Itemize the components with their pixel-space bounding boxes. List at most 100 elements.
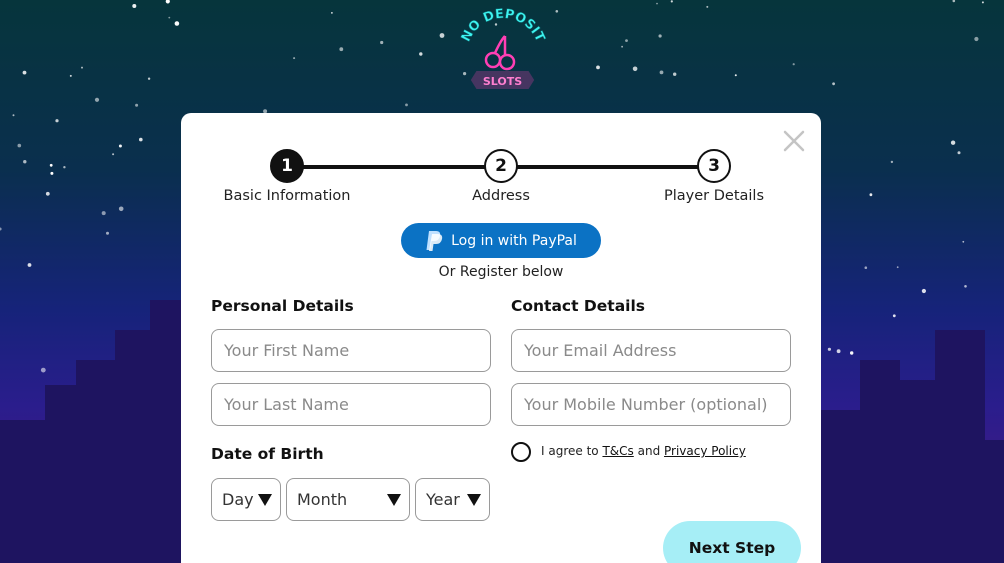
no-deposit-slots-logo[interactable]: NO DEPOSIT SLOTS [455,7,550,96]
terms-agree-text: I agree to T&Cs and Privacy Policy [541,444,746,458]
star [331,12,333,14]
star [23,160,27,164]
star [792,63,795,66]
agree-and: and [637,444,661,458]
star [12,114,15,117]
terms-agree-checkbox[interactable] [511,442,531,462]
dob-month-value: Month [297,490,348,509]
star [659,70,664,75]
star [836,349,841,354]
star [596,65,600,70]
star [380,40,384,45]
last-name-input[interactable] [211,383,491,426]
close-icon[interactable] [782,129,806,153]
step-1-indicator: 1 [270,149,304,183]
star [40,367,46,373]
star [45,191,50,196]
dob-day-select[interactable]: Day [211,478,281,521]
registration-modal: 1 2 3 Basic Information Address Player D… [181,113,821,563]
star [832,82,835,86]
star [50,171,54,175]
star [962,240,965,243]
dob-year-select[interactable]: Year [415,478,490,521]
city-skyline-right [821,330,1004,563]
star [63,166,66,169]
star [147,77,151,80]
star [869,193,873,197]
star [69,74,72,77]
star [49,163,53,167]
star [621,45,623,48]
star [673,72,677,76]
star [850,351,854,355]
email-input[interactable] [511,329,791,372]
star [827,347,832,351]
step-2-label: Address [472,188,530,204]
star [112,153,115,156]
star [293,57,296,60]
dob-month-select[interactable]: Month [286,478,410,521]
star [165,0,170,4]
star [890,160,894,164]
star [864,266,868,270]
personal-details-heading: Personal Details [211,297,354,315]
tcs-link[interactable]: T&Cs [602,444,633,458]
star [625,39,628,42]
triangle-down-icon [258,494,272,506]
contact-details-heading: Contact Details [511,297,646,315]
star [658,34,662,38]
star [135,103,139,107]
next-step-button[interactable]: Next Step [663,521,801,563]
paypal-login-button[interactable]: Log in with PayPal [401,223,601,258]
star [964,285,967,288]
star [118,144,122,148]
star [670,0,673,3]
star [632,66,638,72]
next-step-label: Next Step [688,539,776,557]
first-name-input[interactable] [211,329,491,372]
star [974,36,979,42]
paypal-logo-icon [426,230,443,251]
star [27,263,32,267]
star [17,143,22,148]
star [139,137,143,142]
star [81,66,83,69]
step-1-label: Basic Information [223,188,351,204]
star [94,97,100,102]
triangle-down-icon [387,494,401,506]
mobile-number-input[interactable] [511,383,791,426]
star [950,140,956,145]
star [734,74,737,77]
star [555,10,559,13]
privacy-policy-link[interactable]: Privacy Policy [664,444,746,458]
date-of-birth-heading: Date of Birth [211,445,324,463]
star [952,0,956,3]
star [339,47,344,52]
step-3-label: Player Details [664,188,764,204]
star [957,151,961,155]
star [118,206,124,212]
star [405,103,408,107]
star [22,70,27,75]
dob-year-value: Year [426,490,460,509]
star [892,314,896,318]
star [981,1,984,4]
or-register-text: Or Register below [438,264,564,280]
dob-day-value: Day [222,490,254,509]
star [706,5,709,8]
star [168,16,171,19]
star [656,2,658,5]
step-2-indicator: 2 [484,149,518,183]
step-3-indicator: 3 [697,149,731,183]
star [101,211,106,216]
star [896,266,899,269]
logo-banner-text: SLOTS [483,75,522,88]
star [419,52,423,56]
star [0,227,2,231]
agree-prefix: I agree to [541,444,599,458]
triangle-down-icon [467,494,481,506]
star [55,119,59,123]
star [439,33,445,38]
star [132,4,137,8]
star [921,288,927,294]
